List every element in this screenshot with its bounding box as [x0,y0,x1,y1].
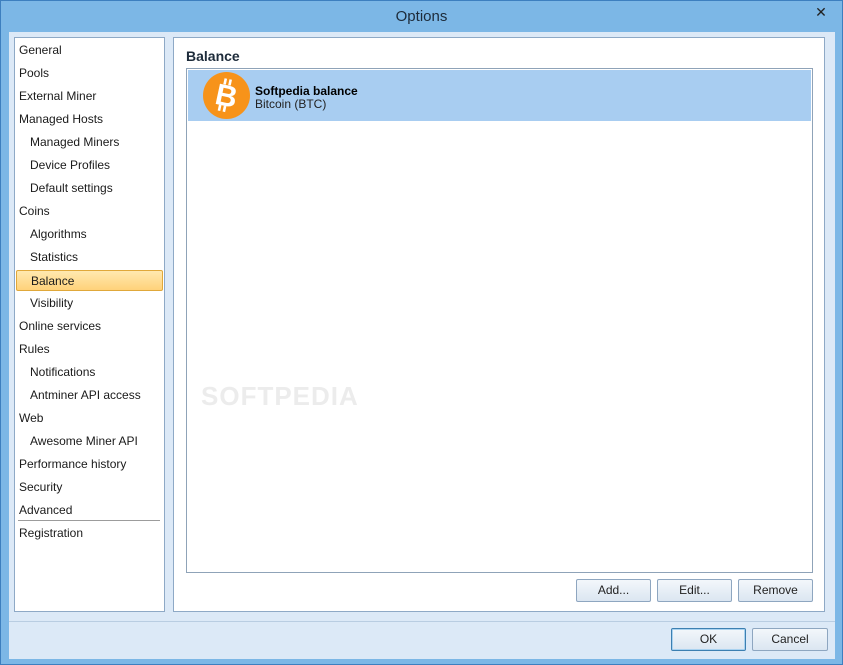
nav-item-device-profiles[interactable]: Device Profiles [16,155,162,176]
nav-item-balance[interactable]: Balance [16,270,163,291]
panel-title: Balance [186,48,240,64]
dialog-body: General Pools External Miner Managed Hosts M… [9,32,835,659]
nav-separator [18,520,160,521]
nav-item-performance-history[interactable]: Performance history [16,454,162,475]
nav-item-default-settings[interactable]: Default settings [16,178,162,199]
options-window: Options ✕ General Pools External Miner Mana… [0,0,843,665]
nav-item-algorithms[interactable]: Algorithms [16,224,162,245]
ok-button[interactable]: OK [671,628,746,651]
cancel-button[interactable]: Cancel [752,628,828,651]
dialog-footer: OK Cancel [9,621,835,659]
nav-item-external-miner[interactable]: External Miner [16,86,162,107]
window-title: Options [395,8,448,25]
nav-item-antminer-api-access[interactable]: Antminer API access [16,385,162,406]
nav-item-coins[interactable]: Coins [16,201,162,222]
nav-item-registration[interactable]: Registration [16,523,162,544]
edit-button[interactable]: Edit... [657,579,732,602]
nav-item-general[interactable]: General [16,40,162,61]
remove-button[interactable]: Remove [738,579,813,602]
list-item[interactable]: B Softpedia balance Bitcoin (BTC) [188,70,811,121]
options-nav-tree: General Pools External Miner Managed Hosts M… [14,37,165,612]
nav-item-notifications[interactable]: Notifications [16,362,162,383]
nav-item-statistics[interactable]: Statistics [16,247,162,268]
watermark-text: SOFTPEDIA [201,381,359,411]
close-icon[interactable]: ✕ [806,2,836,22]
svg-text:B: B [212,78,240,115]
nav-item-managed-miners[interactable]: Managed Miners [16,132,162,153]
bitcoin-icon: B [203,72,250,119]
balance-panel: Balance B Softpedia balance Bitcoin (BTC… [173,37,825,612]
nav-item-security[interactable]: Security [16,477,162,498]
nav-item-pools[interactable]: Pools [16,63,162,84]
nav-item-awesome-miner-api[interactable]: Awesome Miner API [16,431,162,452]
nav-item-visibility[interactable]: Visibility [16,293,162,314]
nav-item-managed-hosts[interactable]: Managed Hosts [16,109,162,130]
add-button[interactable]: Add... [576,579,651,602]
nav-item-online-services[interactable]: Online services [16,316,162,337]
balance-name: Softpedia balance [255,84,358,98]
nav-item-advanced[interactable]: Advanced [16,500,162,521]
nav-item-rules[interactable]: Rules [16,339,162,360]
nav-item-web[interactable]: Web [16,408,162,429]
balance-list[interactable]: B Softpedia balance Bitcoin (BTC) [186,68,813,573]
balance-coin: Bitcoin (BTC) [255,97,327,111]
